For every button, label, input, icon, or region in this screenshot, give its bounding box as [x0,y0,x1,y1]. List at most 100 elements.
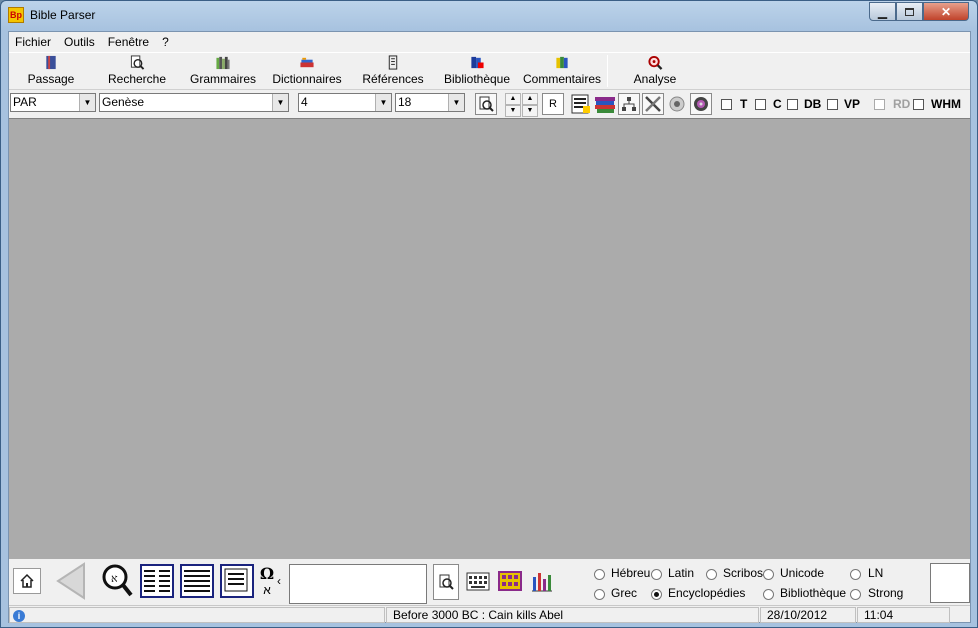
menu-fenetre[interactable]: Fenêtre [102,35,156,49]
menu-fichier[interactable]: Fichier [9,35,58,49]
toolbar-dictionnaires-button[interactable]: Dictionnaires [269,54,345,90]
tools-icon [645,96,661,112]
zoom-search-button[interactable]: א [99,561,135,601]
home-icon [20,573,34,588]
close-button[interactable]: ✕ [923,2,969,21]
chevron-down-icon[interactable]: ▼ [272,94,288,111]
radio-ln-label: LN [868,566,884,580]
info-icon: i [13,610,25,622]
toolbar-grammaires-button[interactable]: Grammaires [185,54,261,90]
toolbar-recherche-button[interactable]: Recherche [101,54,173,90]
magnifier-icon: א [102,564,133,597]
alphabet-toggle[interactable]: Ω א [258,564,276,600]
menu-fichier-label: Fichier [15,35,52,49]
radio-hebreu[interactable] [594,569,605,580]
text-list-button[interactable] [570,93,592,115]
version-value: PAR [13,95,37,109]
spin-down-icon[interactable]: ▼ [505,105,521,117]
menu-help[interactable]: ? [156,35,176,49]
spin-up-icon[interactable]: ▲ [522,93,538,105]
disk-button[interactable] [690,93,712,115]
document-area[interactable] [9,118,970,559]
chapter-value: 4 [301,95,308,109]
title-bar[interactable]: Bp Bible Parser ▁ ✕ [1,1,977,31]
radio-grec[interactable] [594,589,605,600]
omega-icon[interactable]: Ω [260,564,274,583]
book-icon [46,55,56,70]
verse-spinner[interactable]: ▲ ▼ [522,93,538,117]
navigation-row: PAR ▼ Genèse ▼ 4 ▼ 18 ▼ ▲ ▼ ▲ ▼ R T C DB… [9,91,970,117]
checkbox-c[interactable] [755,99,766,110]
menu-bar: Fichier Outils Fenêtre ? [9,32,970,52]
tree-button[interactable] [618,93,640,115]
status-bar: i Before 3000 BC : Cain kills Abel 28/10… [9,605,970,623]
checkbox-vp[interactable] [827,99,838,110]
toolbar-passage-button[interactable]: Passage [17,54,85,90]
checkbox-rd-label: RD [893,97,911,111]
layout-pages-button[interactable] [219,561,255,601]
home-button[interactable] [13,568,41,594]
checkbox-db[interactable] [787,99,798,110]
book-select[interactable]: Genèse ▼ [99,93,289,112]
find-button[interactable] [475,93,497,115]
bookstack-button[interactable] [594,93,616,115]
chevron-left-icon[interactable]: ‹ [277,574,281,588]
checkbox-whm[interactable] [913,99,924,110]
layout-two-columns-button[interactable] [139,561,175,601]
toolbar-grammaires-label: Grammaires [189,72,256,86]
spin-up-icon[interactable]: ▲ [505,93,521,105]
version-select[interactable]: PAR ▼ [10,93,96,112]
radio-scribos[interactable] [706,569,717,580]
tools-button[interactable] [642,93,664,115]
back-button[interactable] [53,561,89,601]
menu-outils[interactable]: Outils [58,35,102,49]
pages-icon [220,564,254,598]
radio-hebreu-label: Hébreu [611,566,651,580]
back-arrow-icon [56,562,85,600]
grid-icon [498,571,522,591]
minimize-button[interactable]: ▁ [869,2,896,21]
radio-ln[interactable] [850,569,861,580]
radio-grec-label: Grec [611,586,638,600]
radio-latin[interactable] [651,569,662,580]
statistics-button[interactable] [527,561,557,601]
books-icon [216,56,230,70]
maximize-button[interactable] [896,2,923,21]
radio-scribos-label: Scribos [723,566,764,580]
search-icon [130,55,145,70]
chevron-down-icon[interactable]: ▼ [375,94,391,111]
radio-encyclopedies-label: Encyclopédies [668,586,746,600]
toolbar-references-button[interactable]: Références [357,54,429,90]
chevron-down-icon[interactable]: ▼ [79,94,95,111]
radio-latin-label: Latin [668,566,695,580]
toolbar-analyse-button[interactable]: Analyse [625,54,685,90]
audio-button[interactable] [666,93,688,115]
bottom-find-button[interactable] [433,564,459,600]
keyboard-button[interactable] [463,561,493,601]
chapter-select[interactable]: 4 ▼ [298,93,392,112]
r-button[interactable]: R [542,93,564,115]
app-icon[interactable]: Bp [8,7,24,23]
aleph-icon[interactable]: א [263,583,271,597]
radio-encyclopedies[interactable] [651,589,662,600]
status-event: Before 3000 BC : Cain kills Abel [386,607,759,623]
menu-outils-label: Outils [64,35,95,49]
toolbar-commentaires-button[interactable]: Commentaires [521,54,603,90]
checkbox-rd[interactable] [874,99,885,110]
preview-box [930,563,970,603]
search-input[interactable] [289,564,427,604]
chevron-down-icon[interactable]: ▼ [448,94,464,111]
radio-strong[interactable] [850,589,861,600]
maximize-icon [905,7,914,16]
layout-single-column-button[interactable] [179,561,215,601]
checkbox-t[interactable] [721,99,732,110]
toolbar-bibliotheque-button[interactable]: Bibliothèque [439,54,515,90]
keyboard-icon [466,572,490,591]
spin-down-icon[interactable]: ▼ [522,105,538,117]
radio-unicode[interactable] [763,569,774,580]
grid-button[interactable] [495,561,525,601]
chapter-spinner[interactable]: ▲ ▼ [505,93,521,117]
r-button-label: R [549,98,557,110]
verse-select[interactable]: 18 ▼ [395,93,465,112]
radio-bibliotheque[interactable] [763,589,774,600]
